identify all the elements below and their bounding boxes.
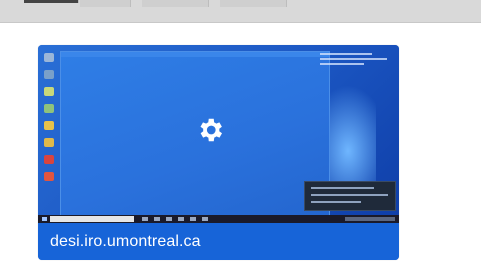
taskbar-app-icon — [142, 217, 148, 221]
desktop-icon — [44, 53, 54, 62]
preview-image — [38, 45, 399, 223]
link-preview-card[interactable]: desi.iro.umontreal.ca — [38, 45, 399, 260]
strip-tab-active[interactable] — [24, 0, 79, 3]
taskbar-app-icon — [178, 217, 184, 221]
taskbar-app-icon — [154, 217, 160, 221]
taskbar-app-icon — [202, 217, 208, 221]
gear-icon — [200, 118, 222, 142]
top-strip — [0, 0, 481, 23]
system-tray — [345, 217, 395, 221]
desktop-icon — [44, 155, 54, 164]
caption-url: desi.iro.umontreal.ca — [50, 233, 201, 250]
desktop-info-text — [320, 53, 394, 69]
strip-tab[interactable] — [220, 0, 287, 7]
settings-window — [60, 51, 330, 217]
desktop-icon — [44, 87, 54, 96]
start-icon — [42, 217, 47, 221]
desktop-icon — [44, 70, 54, 79]
desktop-icon — [44, 172, 54, 181]
taskbar-search — [50, 216, 134, 222]
strip-tab[interactable] — [142, 0, 209, 7]
notification-toast — [304, 181, 396, 211]
window-titlebar — [61, 52, 329, 57]
desktop-icon — [44, 121, 54, 130]
taskbar-app-icon — [190, 217, 196, 221]
desktop-icon — [44, 138, 54, 147]
strip-tab[interactable] — [80, 0, 131, 7]
taskbar — [38, 215, 399, 223]
desktop-icon — [44, 104, 54, 113]
taskbar-app-icon — [166, 217, 172, 221]
desktop-icons — [42, 53, 56, 189]
card-caption[interactable]: desi.iro.umontreal.ca — [38, 223, 399, 260]
